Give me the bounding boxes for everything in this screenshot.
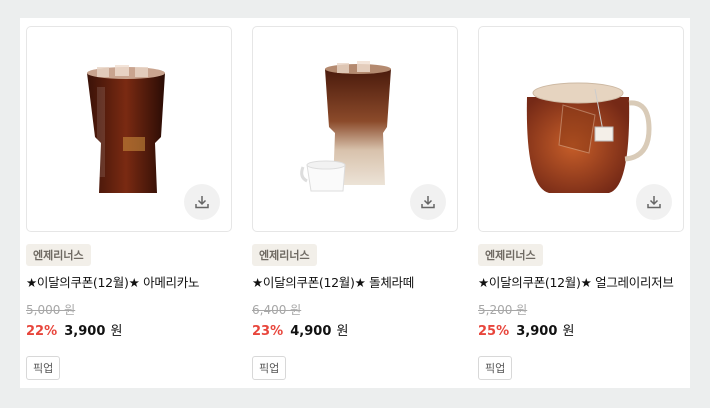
- download-icon: [421, 196, 435, 209]
- price-row: 23% 4,900 원: [252, 320, 458, 339]
- sale-price: 4,900: [290, 324, 332, 339]
- product-thumbnail[interactable]: [252, 26, 458, 232]
- download-button[interactable]: [410, 184, 446, 220]
- price-row: 25% 3,900 원: [478, 320, 684, 339]
- currency-unit: 원: [562, 324, 575, 339]
- download-icon: [195, 196, 209, 209]
- pickup-tag: 픽업: [26, 356, 61, 380]
- product-card[interactable]: 엔제리너스 ★이달의쿠폰(12월)★ 돌체라떼 6,400 원 23% 4,90…: [252, 26, 458, 380]
- product-thumbnail[interactable]: [26, 26, 232, 232]
- product-card[interactable]: 엔제리너스 ★이달의쿠폰(12월)★ 아메리카노 5,000 원 22% 3,9…: [26, 26, 232, 380]
- product-title[interactable]: ★이달의쿠폰(12월)★ 아메리카노: [26, 272, 232, 291]
- product-card[interactable]: 엔제리너스 ★이달의쿠폰(12월)★ 얼그레이리저브 5,200 원 25% 3…: [478, 26, 684, 380]
- brand-badge: 엔제리너스: [26, 244, 91, 266]
- brand-badge: 엔제리너스: [478, 244, 543, 266]
- pickup-tag: 픽업: [252, 356, 287, 380]
- currency-unit: 원: [110, 324, 123, 339]
- product-title[interactable]: ★이달의쿠폰(12월)★ 얼그레이리저브: [478, 272, 684, 291]
- sale-price: 3,900: [516, 324, 558, 339]
- download-icon: [647, 196, 661, 209]
- discount-rate: 23%: [252, 324, 284, 339]
- original-price: 6,400 원: [252, 303, 302, 317]
- original-price: 5,200 원: [478, 303, 528, 317]
- discount-rate: 22%: [26, 324, 58, 339]
- pickup-tag: 픽업: [478, 356, 513, 380]
- product-title[interactable]: ★이달의쿠폰(12월)★ 돌체라떼: [252, 272, 458, 291]
- original-price: 5,000 원: [26, 303, 76, 317]
- price-row: 22% 3,900 원: [26, 320, 232, 339]
- currency-unit: 원: [336, 324, 349, 339]
- brand-badge: 엔제리너스: [252, 244, 317, 266]
- sale-price: 3,900: [64, 324, 106, 339]
- download-button[interactable]: [636, 184, 672, 220]
- product-thumbnail[interactable]: [478, 26, 684, 232]
- product-list: 엔제리너스 ★이달의쿠폰(12월)★ 아메리카노 5,000 원 22% 3,9…: [20, 18, 690, 388]
- discount-rate: 25%: [478, 324, 510, 339]
- download-button[interactable]: [184, 184, 220, 220]
